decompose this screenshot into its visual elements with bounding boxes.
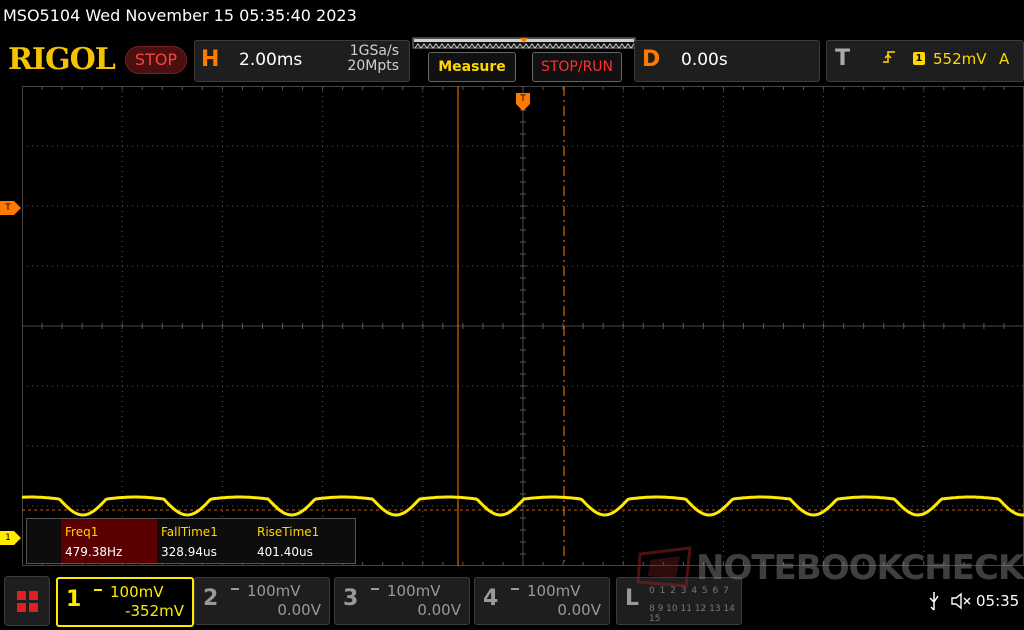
timebase-value: 2.00ms: [239, 50, 303, 70]
dc-coupling-icon: [371, 588, 379, 594]
measurement-table[interactable]: Freq1 479.38Hz FallTime1 328.94us RiseTi…: [26, 518, 356, 564]
ch1-offset-label: 1: [5, 533, 11, 543]
measure-value: 401.40us: [257, 545, 313, 559]
speaker-muted-icon[interactable]: [950, 591, 972, 611]
channel-number: 1: [66, 587, 82, 612]
horizontal-letter: H: [201, 47, 220, 72]
clock-time: 05:35: [976, 592, 1020, 610]
channel-offset: 0.00V: [417, 601, 461, 619]
channel-number: 3: [343, 586, 359, 611]
trigger-source: 1: [913, 52, 925, 65]
trigger-letter: T: [835, 46, 851, 71]
notebookcheck-logo-icon: [636, 546, 692, 588]
delay-panel[interactable]: D 0.00s: [634, 40, 820, 82]
title-bar: MSO5104 Wed November 15 05:35:40 2023: [0, 0, 1024, 34]
delay-letter: D: [642, 47, 661, 72]
channel-number: 4: [483, 586, 499, 611]
device-title: MSO5104 Wed November 15 05:35:40 2023: [3, 6, 357, 25]
rising-edge-icon: [881, 49, 897, 69]
channel-offset: 0.00V: [557, 601, 601, 619]
stop-run-button[interactable]: STOP/RUN: [532, 52, 622, 82]
watermark-text: NOTEBOOKCHECK: [696, 548, 1024, 588]
measure-button[interactable]: Measure: [428, 52, 516, 82]
channel-2-box[interactable]: 2 100mV 0.00V: [194, 577, 330, 625]
watermark: NOTEBOOKCHECK: [634, 544, 1024, 592]
usb-icon: [929, 592, 939, 611]
horizontal-panel[interactable]: H 2.00ms 1GSa/s 20Mpts: [194, 40, 410, 82]
channel-3-box[interactable]: 3 100mV 0.00V: [334, 577, 470, 625]
measure-item[interactable]: FallTime1 328.94us: [157, 519, 253, 563]
sample-rate: 1GSa/s: [349, 43, 399, 59]
run-state-badge[interactable]: STOP: [125, 46, 187, 74]
logic-channels-row2: 8 9 10 11 12 13 14 15: [649, 604, 735, 624]
measure-item[interactable]: Freq1 479.38Hz: [61, 519, 157, 563]
delay-value: 0.00s: [681, 50, 728, 70]
measure-name: FallTime1: [161, 525, 218, 539]
memory-depth: 20Mpts: [347, 58, 399, 74]
trigger-mode: A: [999, 50, 1010, 68]
menu-grid-icon: [17, 591, 38, 612]
waveform-display[interactable]: [22, 86, 1024, 566]
channel-4-box[interactable]: 4 100mV 0.00V: [474, 577, 610, 625]
channel-scale: 100mV: [387, 582, 441, 600]
trigger-level: 552mV: [933, 50, 987, 68]
channel-offset: -352mV: [125, 602, 184, 620]
rigol-logo: RIGOL: [8, 42, 116, 77]
trigger-level-label: T: [5, 203, 11, 213]
graticule: [22, 86, 1024, 566]
sample-info: 1GSa/s 20Mpts: [347, 44, 399, 74]
measure-name: RiseTime1: [257, 525, 320, 539]
channel-scale: 100mV: [527, 582, 581, 600]
dc-coupling-icon: [94, 589, 102, 595]
measure-value: 479.38Hz: [65, 545, 123, 559]
channel-scale: 100mV: [247, 582, 301, 600]
measure-name: Freq1: [65, 525, 99, 539]
channel-number: 2: [203, 586, 219, 611]
channel-offset: 0.00V: [277, 601, 321, 619]
channel-scale: 100mV: [110, 583, 164, 601]
measure-item[interactable]: RiseTime1 401.40us: [253, 519, 349, 563]
trigger-panel[interactable]: T 1 552mV A: [826, 40, 1024, 82]
dc-coupling-icon: [231, 588, 239, 594]
trigger-position-label: T: [520, 94, 526, 104]
channel-1-box[interactable]: 1 100mV -352mV: [56, 577, 194, 627]
menu-button[interactable]: [4, 576, 50, 626]
dc-coupling-icon: [511, 588, 519, 594]
measure-value: 328.94us: [161, 545, 217, 559]
memory-position-bar: [412, 37, 636, 49]
